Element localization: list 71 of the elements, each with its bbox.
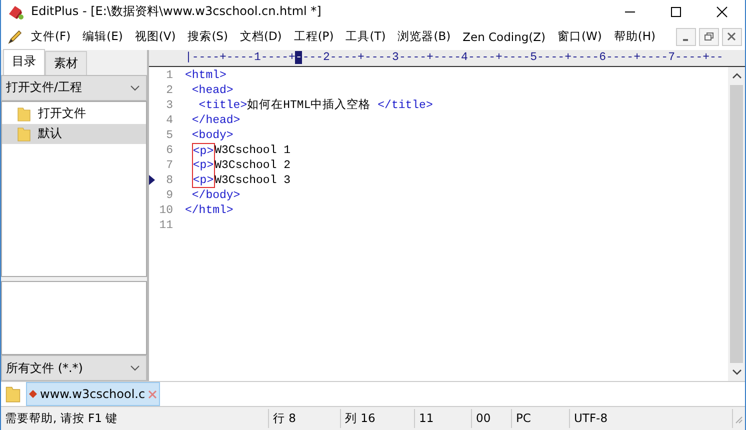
menu-item[interactable]: 文件(F) [31, 29, 71, 44]
filter-dropdown[interactable]: 所有文件 (*.*) [1, 355, 147, 382]
code-tag: </html> [185, 202, 234, 218]
menu-item[interactable]: 搜索(S) [188, 29, 228, 44]
close-icon[interactable] [716, 6, 728, 18]
line-number: 7 [165, 158, 173, 173]
document-tab-label: www.w3cschool.c [40, 387, 146, 402]
line-number: 4 [165, 112, 173, 128]
vertical-scrollbar[interactable] [728, 66, 745, 382]
line-number: 9 [165, 188, 173, 203]
line-number: 11 [158, 218, 173, 233]
code-tag: <p> [192, 172, 215, 188]
tree-item-label: 打开文件 [38, 105, 86, 122]
resize-grip-icon[interactable] [733, 414, 743, 424]
menu-item[interactable]: 帮助(H) [614, 29, 656, 44]
menu-item[interactable]: 浏览器(B) [398, 29, 451, 44]
code-tag: <p> [192, 158, 215, 173]
status-field: UTF-8 [570, 409, 733, 428]
status-field: 00 [472, 409, 512, 428]
scroll-down-icon[interactable] [732, 369, 742, 376]
window-title: EditPlus - [E:\数据资料\www.w3cschool.cn.html *] [31, 3, 322, 20]
status-field: 行 8 [269, 409, 341, 428]
code-tag: <html> [185, 68, 226, 83]
code-tag: <head> [185, 82, 234, 98]
minimize-document-icon[interactable] [676, 28, 696, 46]
line-number: 10 [158, 202, 173, 218]
pencil-icon [7, 28, 23, 45]
status-field: 列 16 [341, 409, 415, 428]
line-number: 5 [165, 128, 173, 143]
sidebar-tab[interactable]: 素材 [45, 50, 87, 75]
status-field: PC [512, 409, 570, 428]
code-tag: </head> [185, 112, 240, 128]
line-number: 3 [165, 98, 173, 113]
status-field: 需要帮助, 请按 F1 键 [1, 409, 269, 428]
project-dropdown[interactable]: 打开文件/工程 [1, 74, 147, 101]
folder-icon [16, 126, 32, 142]
sidebar-tab[interactable]: 目录 [3, 48, 45, 75]
menu-item[interactable]: 窗口(W) [558, 29, 602, 44]
menu-item[interactable]: Zen Coding(Z) [462, 30, 546, 44]
code-tag: </title> [378, 98, 433, 113]
restore-document-icon[interactable] [699, 28, 719, 46]
scroll-up-icon[interactable] [732, 72, 742, 79]
document-tab[interactable]: www.w3cschool.c [26, 382, 160, 406]
menu-item[interactable]: 视图(V) [134, 29, 176, 44]
tree-item[interactable]: 打开文件 [2, 104, 146, 124]
close-document-icon[interactable] [722, 28, 742, 46]
line-number: 6 [165, 142, 173, 158]
code-tag: <title> [185, 98, 248, 113]
code-tag: </body> [185, 188, 240, 203]
menu-item[interactable]: 工程(P) [294, 29, 334, 44]
menu-item[interactable]: 文档(D) [240, 29, 282, 44]
status-field: 11 [415, 409, 472, 428]
chevron-icon [130, 365, 140, 372]
line-number: 1 [165, 68, 173, 83]
folder-icon [16, 106, 32, 122]
scroll-thumb[interactable] [730, 84, 743, 364]
file-icon [29, 390, 37, 398]
code-tag: <body> [185, 128, 234, 143]
line-number: 8 [165, 172, 173, 188]
app-icon [7, 4, 25, 20]
chevron-icon [130, 84, 140, 91]
tree-item-label: 默认 [38, 125, 62, 142]
tree-item[interactable]: 默认 [2, 124, 146, 144]
code-tag: <p> [192, 142, 215, 158]
menu-item[interactable]: 编辑(E) [82, 29, 123, 44]
ruler-cursor: - [295, 50, 302, 64]
maximize-icon[interactable] [670, 6, 682, 18]
line-number: 2 [165, 82, 173, 98]
ruler: |----+----1----+----2----+----3----+----4----+----5----+----6----+----7----+-- [185, 50, 724, 66]
code-text: 如何在HTML中插入空格 [247, 98, 372, 113]
menu-item[interactable]: 工具(T) [346, 29, 386, 44]
